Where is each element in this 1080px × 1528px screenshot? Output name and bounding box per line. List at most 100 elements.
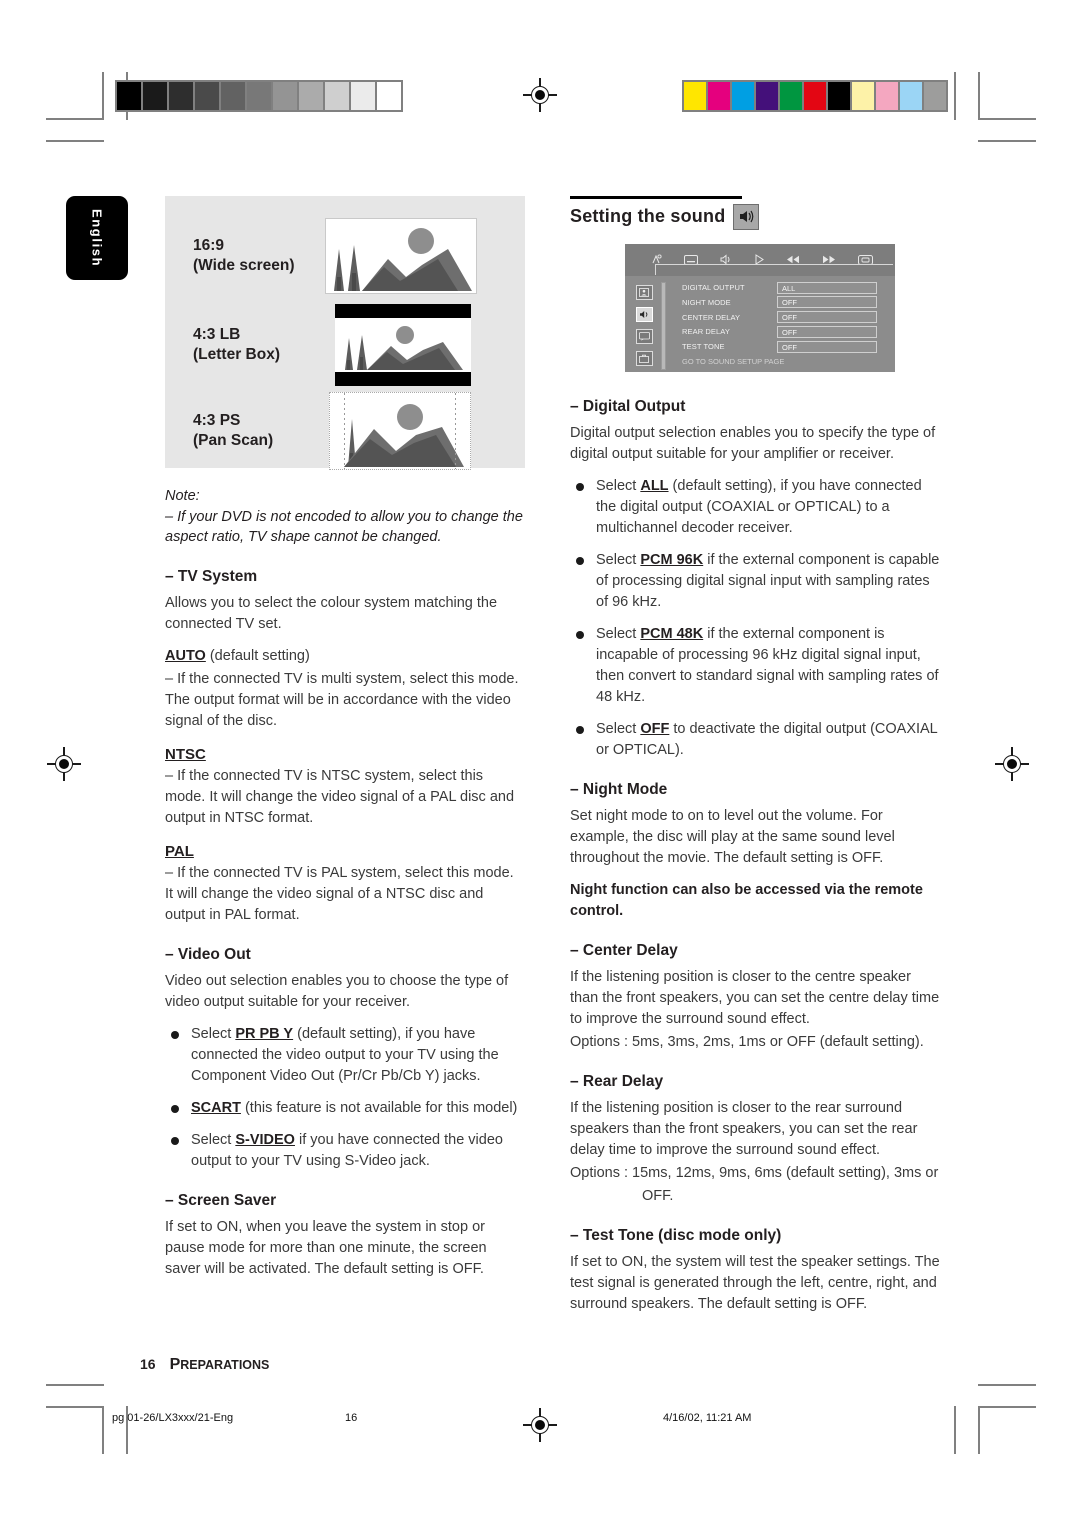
osd-scrollbar[interactable] bbox=[661, 281, 666, 370]
tv-system-pal-body: – If the connected TV is PAL system, sel… bbox=[165, 864, 514, 923]
aspect-row-panscan: 4:3 PS (Pan Scan) bbox=[193, 392, 471, 470]
keyword-pr-pb-y: PR PB Y bbox=[235, 1025, 294, 1042]
video-out-intro: Video out selection enables you to choos… bbox=[165, 972, 509, 1010]
page-footer: 16 PREPARATIONS bbox=[140, 1356, 269, 1374]
aspect-ratio-panel: 16:9 (Wide screen) 4:3 LB (Letter Box) 4… bbox=[165, 196, 525, 470]
keyword-scart: SCART bbox=[191, 1100, 241, 1116]
registration-mark-right bbox=[995, 747, 1029, 781]
language-tab: English bbox=[66, 196, 128, 280]
keyword-pcm-48k: PCM 48K bbox=[640, 625, 704, 642]
table-row[interactable]: TEST TONE OFF bbox=[677, 340, 889, 353]
aspect-thumb-wide bbox=[325, 218, 477, 294]
right-column: Setting the sound DIGITAL OUTPUT ALL NIG… bbox=[570, 196, 942, 1326]
bullet-prefix: Select bbox=[596, 551, 641, 568]
table-row[interactable]: REAR DELAY OFF bbox=[677, 325, 889, 339]
keyword-ntsc: NTSC bbox=[165, 745, 206, 763]
crop-mark-bl-v bbox=[102, 1406, 104, 1454]
crop-mark-br-v bbox=[978, 1406, 980, 1454]
keyword-s-video: S-VIDEO bbox=[235, 1132, 295, 1149]
audio-setup-icon[interactable] bbox=[635, 307, 653, 322]
digital-output-intro: Digital output selection enables you to … bbox=[570, 424, 936, 462]
list-item: Select ALL (default setting), if you hav… bbox=[570, 476, 942, 539]
print-timestamp: 4/16/02, 11:21 AM bbox=[663, 1412, 752, 1424]
grayscale-swatch-3 bbox=[195, 82, 219, 110]
table-row[interactable]: NIGHT MODE OFF bbox=[677, 296, 889, 309]
crop-mark-br-h2 bbox=[978, 1384, 1036, 1386]
list-item: SCART (this feature is not available for… bbox=[165, 1098, 525, 1119]
rear-delay-body: If the listening position is closer to t… bbox=[570, 1099, 918, 1158]
page-number: 16 bbox=[140, 1356, 156, 1372]
color-swatch-2 bbox=[732, 82, 754, 110]
registration-mark-top bbox=[523, 78, 557, 112]
language-tab-label: English bbox=[89, 208, 105, 268]
section-title: Setting the sound bbox=[570, 206, 726, 226]
list-item: Select OFF to deactivate the digital out… bbox=[570, 719, 942, 761]
color-swatch-8 bbox=[876, 82, 898, 110]
crop-mark-tr-h bbox=[978, 118, 1036, 120]
osd-row-value[interactable]: OFF bbox=[777, 296, 877, 309]
note-label: Note: bbox=[165, 488, 200, 504]
registration-mark-bottom bbox=[523, 1408, 557, 1442]
heading-video-out: – Video Out bbox=[165, 945, 251, 963]
aspect-label-wide: 16:9 (Wide screen) bbox=[193, 236, 311, 277]
grayscale-calibration-bar bbox=[115, 80, 403, 112]
crop-mark-br-v2 bbox=[954, 1406, 956, 1454]
osd-footer-hint: GO TO SOUND SETUP PAGE bbox=[682, 356, 785, 366]
aspect-label-panscan-line2: (Pan Scan) bbox=[193, 432, 274, 449]
section-rule bbox=[570, 196, 742, 199]
aspect-label-panscan-line1: 4:3 PS bbox=[193, 411, 241, 429]
osd-sound-setup-screenshot: DIGITAL OUTPUT ALL NIGHT MODE OFF CENTER… bbox=[625, 243, 895, 372]
note-text: – If your DVD is not encoded to allow yo… bbox=[165, 508, 523, 546]
grayscale-swatch-0 bbox=[117, 82, 141, 110]
aspect-note: Note: – If your DVD is not encoded to al… bbox=[165, 486, 525, 548]
color-swatch-1 bbox=[708, 82, 730, 110]
color-swatch-7 bbox=[852, 82, 874, 110]
panscan-crop-guide-right bbox=[455, 393, 456, 469]
osd-toolbar bbox=[625, 243, 895, 276]
grayscale-swatch-7 bbox=[299, 82, 323, 110]
keyword-all: ALL bbox=[640, 477, 669, 494]
video-out-bullet-list: Select PR PB Y (default setting), if you… bbox=[165, 1024, 525, 1172]
tv-system-auto-body: – If the connected TV is multi system, s… bbox=[165, 670, 519, 729]
landscape-scene-panscan-icon bbox=[344, 404, 464, 467]
panscan-crop-guide-left bbox=[344, 393, 345, 469]
osd-row-value[interactable]: ALL bbox=[777, 281, 877, 294]
general-setup-icon[interactable] bbox=[635, 285, 653, 300]
video-setup-icon[interactable] bbox=[635, 329, 653, 344]
left-column: 16:9 (Wide screen) 4:3 LB (Letter Box) 4… bbox=[165, 196, 525, 1291]
center-delay-options: Options : 5ms, 3ms, 2ms, 1ms or OFF (def… bbox=[570, 1033, 924, 1050]
tv-system-intro: Allows you to select the colour system m… bbox=[165, 594, 498, 632]
grayscale-swatch-4 bbox=[221, 82, 245, 110]
heading-rear-delay: – Rear Delay bbox=[570, 1072, 664, 1090]
letterbox-bar-top bbox=[335, 304, 471, 318]
keyword-pcm-96k: PCM 96K bbox=[640, 551, 704, 568]
bullet-prefix: Select bbox=[596, 720, 641, 737]
keyword-off: OFF bbox=[640, 720, 670, 737]
keyword-auto: AUTO bbox=[165, 647, 206, 664]
crop-mark-bl-h bbox=[46, 1406, 104, 1408]
crop-mark-tr-h2 bbox=[978, 140, 1036, 142]
heading-center-delay: – Center Delay bbox=[570, 941, 678, 959]
preference-setup-icon[interactable] bbox=[635, 351, 653, 366]
osd-row-value[interactable]: OFF bbox=[777, 340, 877, 353]
bullet-suffix: (this feature is not available for this … bbox=[240, 1100, 518, 1116]
bullet-prefix: Select bbox=[596, 625, 641, 642]
color-swatch-6 bbox=[828, 82, 850, 110]
osd-row-value[interactable]: OFF bbox=[777, 311, 877, 324]
section-footer-title: PREPARATIONS bbox=[170, 1356, 270, 1374]
tv-system-ntsc-body: – If the connected TV is NTSC system, se… bbox=[165, 767, 515, 826]
table-row[interactable]: CENTER DELAY OFF bbox=[677, 311, 889, 324]
osd-sidebar bbox=[631, 282, 657, 370]
manual-page: English 16:9 (Wide screen) 4:3 LB (Lette… bbox=[0, 0, 1080, 1528]
grayscale-swatch-1 bbox=[143, 82, 167, 110]
color-swatch-9 bbox=[900, 82, 922, 110]
table-row[interactable]: DIGITAL OUTPUT ALL bbox=[677, 281, 889, 295]
color-swatch-4 bbox=[780, 82, 802, 110]
center-delay-body: If the listening position is closer to t… bbox=[570, 968, 940, 1027]
osd-row-value[interactable]: OFF bbox=[777, 325, 877, 338]
osd-row-key: TEST TONE bbox=[682, 342, 725, 351]
heading-tv-system: – TV System bbox=[165, 567, 258, 585]
footer-title-initial: P bbox=[169, 1356, 181, 1373]
aspect-label-letterbox-line1: 4:3 LB bbox=[193, 325, 241, 343]
digital-output-bullet-list: Select ALL (default setting), if you hav… bbox=[570, 476, 942, 761]
